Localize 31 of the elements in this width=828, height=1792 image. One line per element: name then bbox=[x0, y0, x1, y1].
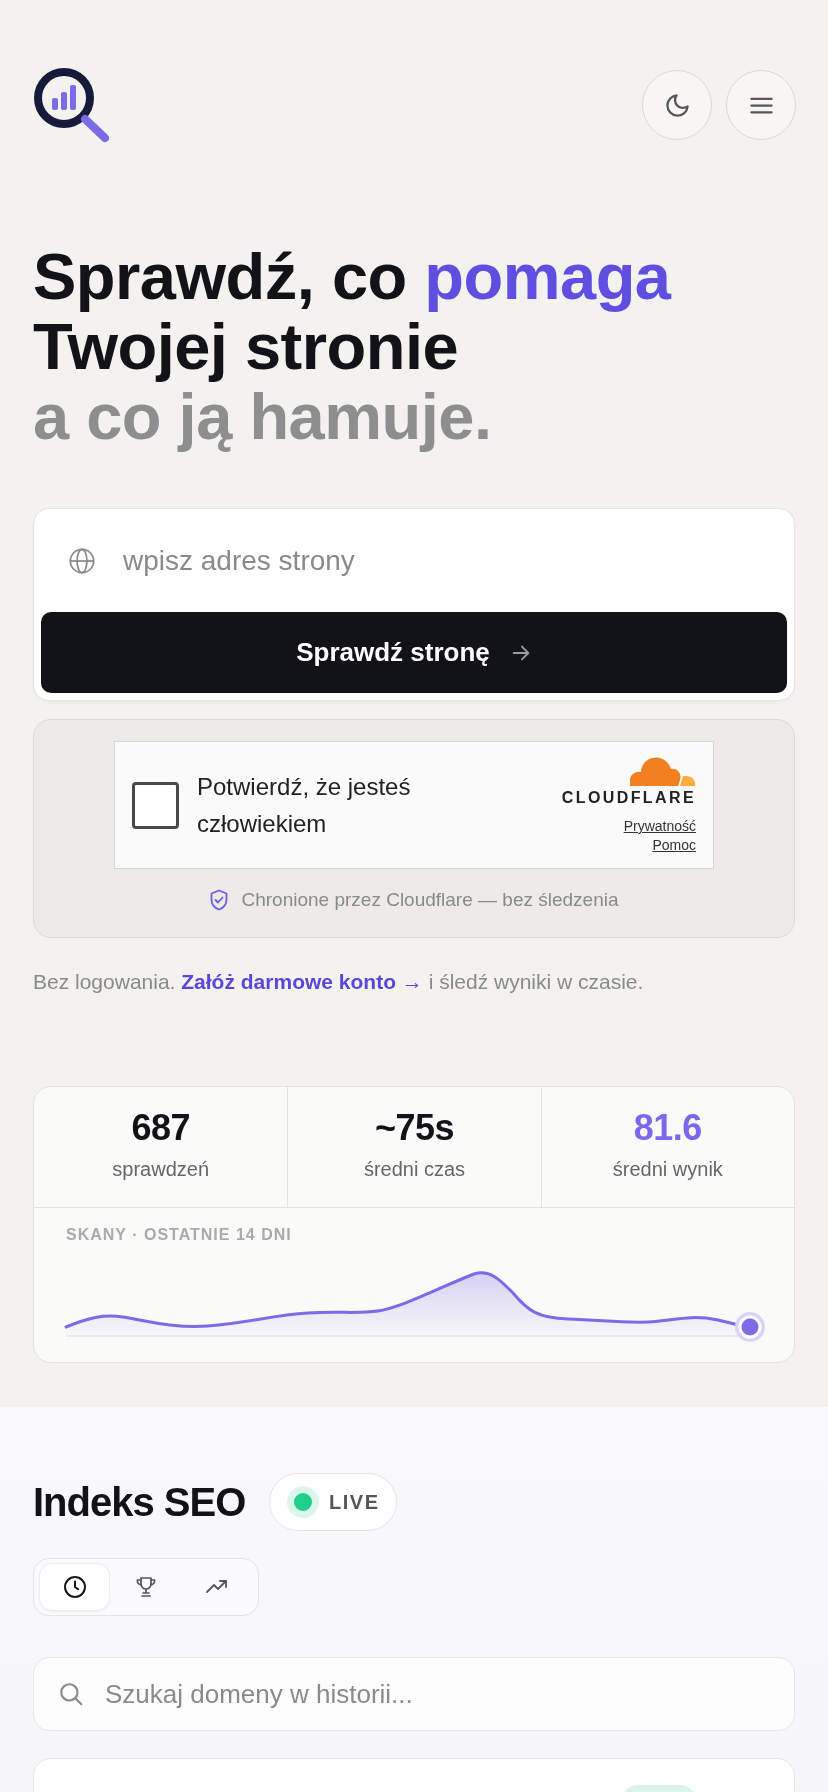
brand-name: CLOUDFLARE bbox=[561, 789, 696, 807]
endpoint-marker-icon bbox=[735, 1312, 765, 1342]
view-tab[interactable] bbox=[39, 1563, 111, 1611]
search-icon bbox=[58, 1681, 84, 1707]
check-site-button[interactable]: Sprawdź stronę bbox=[41, 612, 787, 693]
stat-value: 687 bbox=[131, 1108, 190, 1148]
signup-note: Bez logowania. Załóż darmowe konto → i śledź wyniki w czasie. bbox=[33, 969, 645, 995]
stat-label: średni wynik bbox=[612, 1157, 723, 1181]
captcha-checkbox[interactable] bbox=[132, 781, 179, 829]
moon-icon bbox=[663, 91, 691, 119]
trophy-icon bbox=[134, 1575, 158, 1599]
widget-link[interactable]: Prywatność bbox=[623, 817, 696, 836]
section-title: Indeks SEO bbox=[33, 1479, 246, 1526]
logo-icon bbox=[33, 67, 111, 143]
protection-note: Chronione przez Cloudflare — bez śledzenia bbox=[241, 888, 619, 912]
chart-label: SKANY · OSTATNIE 14 DNI bbox=[66, 1225, 292, 1245]
widget-link[interactable]: Pomoc bbox=[652, 836, 696, 855]
captcha-label: Potwierdź, że jesteś człowiekiem bbox=[197, 772, 412, 839]
signup-link[interactable]: Załóż darmowe konto → bbox=[181, 970, 423, 993]
clock-icon bbox=[62, 1575, 87, 1599]
stat-label: sprawdzeń bbox=[112, 1157, 209, 1181]
headline: Sprawdź, co pomaga Twojej stronie a co ją hamuje. bbox=[33, 242, 673, 452]
history-search-field[interactable]: Szukaj domeny w historii... bbox=[33, 1657, 795, 1731]
stat-label: średni czas bbox=[363, 1157, 466, 1181]
stat-value: 81.6 bbox=[633, 1108, 702, 1148]
url-input[interactable]: wpisz adres strony bbox=[123, 544, 787, 577]
live-dot-icon bbox=[287, 1486, 320, 1518]
shield-check-icon bbox=[209, 889, 230, 911]
live-label: LIVE bbox=[329, 1490, 380, 1514]
stat-value: ~75s bbox=[374, 1108, 455, 1148]
globe-icon bbox=[68, 546, 96, 575]
